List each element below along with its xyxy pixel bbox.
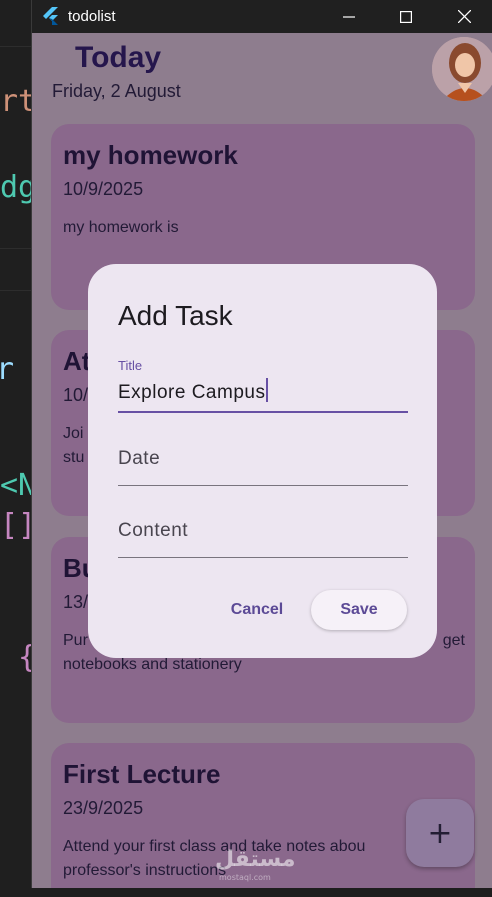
content-field-underline [118, 557, 408, 558]
minimize-button[interactable] [320, 0, 378, 33]
content-field-label: Content [118, 520, 189, 541]
close-window-button[interactable] [435, 0, 492, 33]
watermark-url: mostaql.com [219, 873, 271, 882]
title-input[interactable]: Explore Campus [118, 382, 265, 403]
window-titlebar: todolist [32, 0, 492, 33]
add-task-button[interactable]: + [406, 799, 474, 867]
watermark-logo: مستقل [215, 847, 296, 872]
add-task-dialog: Add Task Title Explore Campus Date Conte… [88, 264, 437, 658]
date-field-label: Date [118, 448, 161, 469]
minimize-icon [343, 15, 355, 18]
date-field-underline [118, 485, 408, 486]
maximize-icon [400, 10, 412, 23]
task-date: 23/9/2025 [63, 798, 144, 818]
page-title: Today [75, 41, 162, 74]
task-content-end: get [442, 632, 465, 649]
avatar[interactable] [432, 37, 492, 101]
task-content-start: Pur [63, 632, 88, 649]
task-content: my homework is [63, 219, 179, 236]
title-field-label: Title [118, 358, 143, 373]
task-title: First Lecture [63, 759, 221, 789]
task-title: my homework [63, 140, 238, 170]
dialog-title: Add Task [118, 300, 233, 331]
cancel-button[interactable]: Cancel [222, 590, 292, 630]
task-date: 10/9/2025 [63, 179, 144, 199]
text-cursor [266, 378, 269, 402]
content-field[interactable]: Content [118, 520, 408, 560]
user-avatar-icon [432, 37, 492, 101]
title-field-underline [118, 411, 408, 413]
close-icon [457, 10, 471, 23]
window-title: todolist [68, 8, 116, 25]
flutter-logo-icon [43, 7, 58, 25]
page-date: Friday, 2 August [52, 81, 181, 101]
title-field[interactable]: Title Explore Campus [118, 358, 408, 414]
save-button[interactable]: Save [311, 590, 407, 630]
date-field[interactable]: Date [118, 448, 408, 488]
plus-icon: + [427, 815, 453, 851]
maximize-button[interactable] [377, 0, 435, 33]
